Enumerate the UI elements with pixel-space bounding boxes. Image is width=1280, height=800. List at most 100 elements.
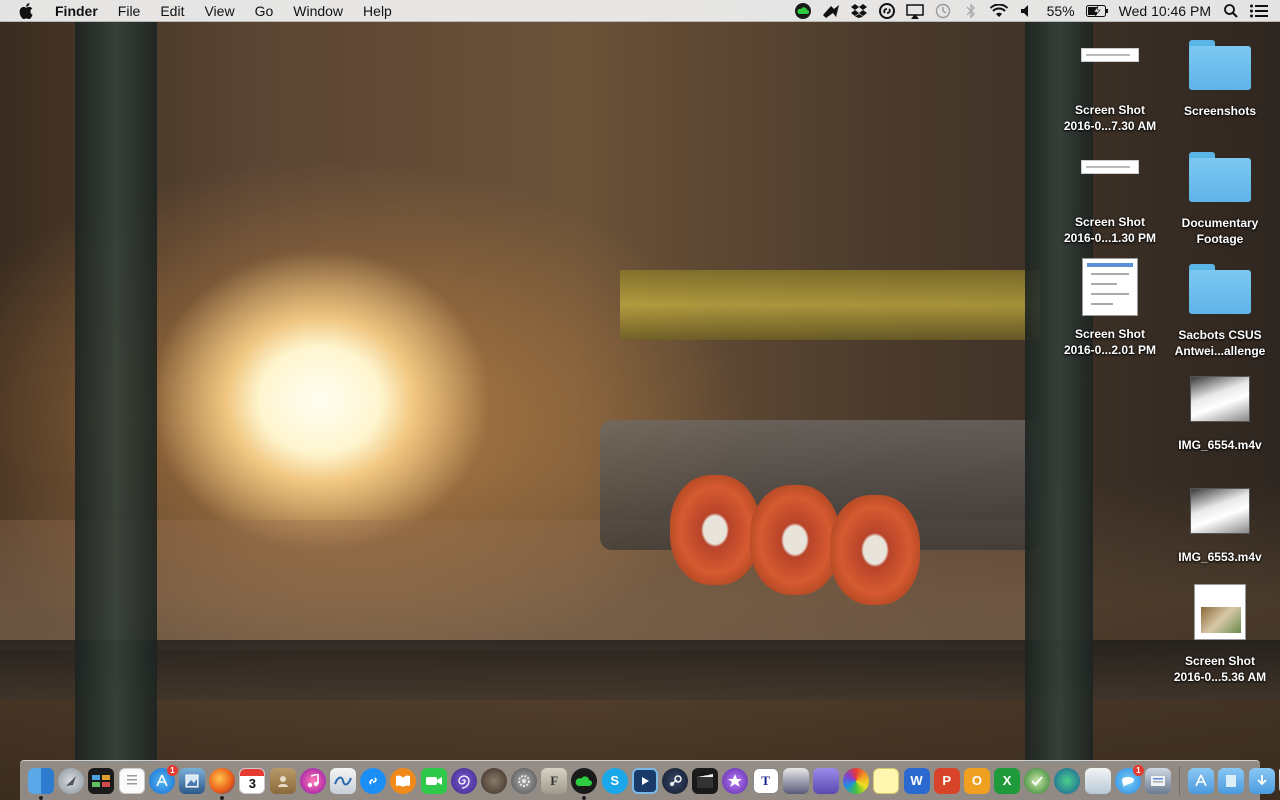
- checkmark-app-icon[interactable]: [1024, 767, 1051, 794]
- word-icon[interactable]: W: [903, 767, 930, 794]
- folder-icon: [1189, 152, 1251, 202]
- powerpoint-icon[interactable]: P: [933, 767, 960, 794]
- screenshot-thumbnail-icon: [1081, 160, 1139, 174]
- firefox-icon[interactable]: [209, 767, 236, 800]
- imovie-icon[interactable]: [722, 767, 749, 794]
- desktop-folder-sacbots[interactable]: Sacbots CSUS Antwei...allenge: [1165, 264, 1275, 359]
- desktop-file-screenshot-1[interactable]: Screen Shot 2016-0...7.30 AM: [1055, 48, 1165, 134]
- system-preferences-icon[interactable]: [511, 767, 538, 794]
- notes-list-icon[interactable]: [118, 767, 145, 794]
- desktop-folder-screenshots[interactable]: Screenshots: [1165, 40, 1275, 119]
- desktop-file-label: 2016-0...7.30 AM: [1063, 119, 1157, 133]
- excel-icon[interactable]: X: [994, 767, 1021, 794]
- launchpad-icon[interactable]: [58, 767, 85, 794]
- time-machine-icon[interactable]: [934, 3, 952, 19]
- battery-charging-icon[interactable]: [1085, 3, 1108, 19]
- documents-folder-icon[interactable]: [1218, 767, 1245, 794]
- wave-app-icon[interactable]: [329, 767, 356, 794]
- desktop-file-video-6553[interactable]: IMG_6553.m4v: [1165, 488, 1275, 565]
- messages-badge: 1: [1132, 764, 1144, 776]
- screenshot-thumbnail-icon: [1082, 258, 1138, 316]
- messages-icon[interactable]: 1: [1114, 764, 1144, 794]
- itunes-icon[interactable]: [299, 767, 326, 794]
- wallpaper-yellow-barrier: [620, 270, 1040, 340]
- app-store-icon[interactable]: 1: [148, 764, 178, 794]
- spiral-app-icon[interactable]: [450, 767, 477, 794]
- wallpaper-robot-wheel: [670, 475, 760, 585]
- stickies-icon[interactable]: [873, 767, 900, 794]
- desktop-folder-documentary-footage[interactable]: Documentary Footage: [1165, 152, 1275, 247]
- desktop-file-label: IMG_6553.m4v: [1178, 550, 1262, 564]
- globe-app-icon[interactable]: [1054, 767, 1081, 794]
- shazam-dock-icon[interactable]: [360, 767, 387, 794]
- applications-folder-icon[interactable]: [1188, 767, 1215, 794]
- downloads-folder-icon[interactable]: [1248, 767, 1275, 794]
- desktop-file-label: Screen Shot: [1074, 215, 1146, 229]
- outlook-icon[interactable]: O: [963, 767, 990, 794]
- photos-icon[interactable]: [843, 767, 870, 794]
- wallpaper-robot-wheel: [750, 485, 840, 595]
- apple-menu-icon[interactable]: [19, 2, 37, 19]
- basketball-app-icon[interactable]: [480, 767, 507, 794]
- calendar-day: 3: [248, 776, 257, 791]
- facetime-icon[interactable]: [420, 767, 447, 794]
- dropbox-icon[interactable]: [850, 3, 868, 19]
- desktop-file-screenshot-3[interactable]: Screen Shot 2016-0...2.01 PM: [1055, 258, 1165, 358]
- video-thumbnail-icon: [1190, 376, 1250, 422]
- desktop-file-screenshot-4[interactable]: Screen Shot 2016-0...5.36 AM: [1165, 584, 1275, 685]
- status-menus: 55% Wed 10:46 PM: [789, 0, 1280, 22]
- desktop-folder-label: Footage: [1196, 232, 1244, 246]
- finder-icon[interactable]: [28, 767, 55, 800]
- video-thumbnail-icon: [1190, 488, 1250, 534]
- folder-icon: [1189, 264, 1251, 314]
- menu-edit[interactable]: Edit: [150, 0, 194, 22]
- preview-icon[interactable]: [179, 767, 206, 794]
- menu-bar: Finder File Edit View Go Window Help 55%…: [0, 0, 1280, 22]
- menu-window[interactable]: Window: [283, 0, 353, 22]
- desktop-file-screenshot-2[interactable]: Screen Shot 2016-0...1.30 PM: [1055, 160, 1165, 246]
- battery-percent[interactable]: 55%: [1041, 3, 1081, 19]
- final-cut-icon[interactable]: [692, 767, 719, 794]
- wifi-icon[interactable]: [989, 3, 1008, 19]
- desktop-folder-label: Antwei...allenge: [1174, 344, 1266, 358]
- clapboard-app-icon[interactable]: [782, 767, 809, 794]
- menu-file[interactable]: File: [108, 0, 151, 22]
- dock: 1 3 F S T W P O X 1: [20, 760, 1280, 800]
- notification-center-icon[interactable]: [1250, 3, 1268, 19]
- desktop-file-label: 2016-0...5.36 AM: [1173, 670, 1267, 684]
- calendar-icon[interactable]: 3: [239, 767, 266, 794]
- menu-view[interactable]: View: [194, 0, 244, 22]
- preview-doc-icon[interactable]: [1084, 767, 1111, 794]
- cloud-sync-icon[interactable]: [794, 3, 812, 19]
- ibooks-icon[interactable]: [390, 767, 417, 794]
- menu-help[interactable]: Help: [353, 0, 402, 22]
- menu-go[interactable]: Go: [245, 0, 284, 22]
- clock[interactable]: Wed 10:46 PM: [1113, 3, 1217, 19]
- desktop-folder-label: Documentary: [1181, 216, 1259, 230]
- cloud-sync-dock-icon[interactable]: [571, 767, 598, 800]
- desktop-file-label: Screen Shot: [1184, 654, 1256, 668]
- windows-stack-icon[interactable]: [812, 767, 839, 794]
- menu-app-name[interactable]: Finder: [51, 0, 108, 22]
- mission-control-icon[interactable]: [88, 767, 115, 794]
- wallpaper-robot-wheel: [830, 495, 920, 605]
- folder-icon: [1189, 40, 1251, 90]
- desktop-file-label: 2016-0...1.30 PM: [1063, 231, 1157, 245]
- screenshot-thumbnail-icon: [1194, 584, 1246, 640]
- contacts-icon[interactable]: [269, 767, 296, 794]
- desktop-file-label: IMG_6554.m4v: [1178, 438, 1262, 452]
- skype-icon[interactable]: S: [601, 767, 628, 794]
- font-book-icon[interactable]: F: [541, 767, 568, 794]
- desktop-file-video-6554[interactable]: IMG_6554.m4v: [1165, 376, 1275, 453]
- desktop-file-label: 2016-0...2.01 PM: [1063, 343, 1157, 357]
- shazam-icon[interactable]: [878, 3, 896, 19]
- arrow-app-icon[interactable]: [822, 3, 840, 19]
- bluetooth-icon[interactable]: [962, 3, 980, 19]
- volume-icon[interactable]: [1018, 3, 1036, 19]
- spotlight-search-icon[interactable]: [1222, 3, 1240, 19]
- airplay-icon[interactable]: [905, 3, 924, 19]
- steam-icon[interactable]: [662, 767, 689, 794]
- quicktime-icon[interactable]: [631, 767, 658, 794]
- image-capture-icon[interactable]: [1145, 767, 1172, 794]
- textwrangler-icon[interactable]: T: [752, 767, 779, 794]
